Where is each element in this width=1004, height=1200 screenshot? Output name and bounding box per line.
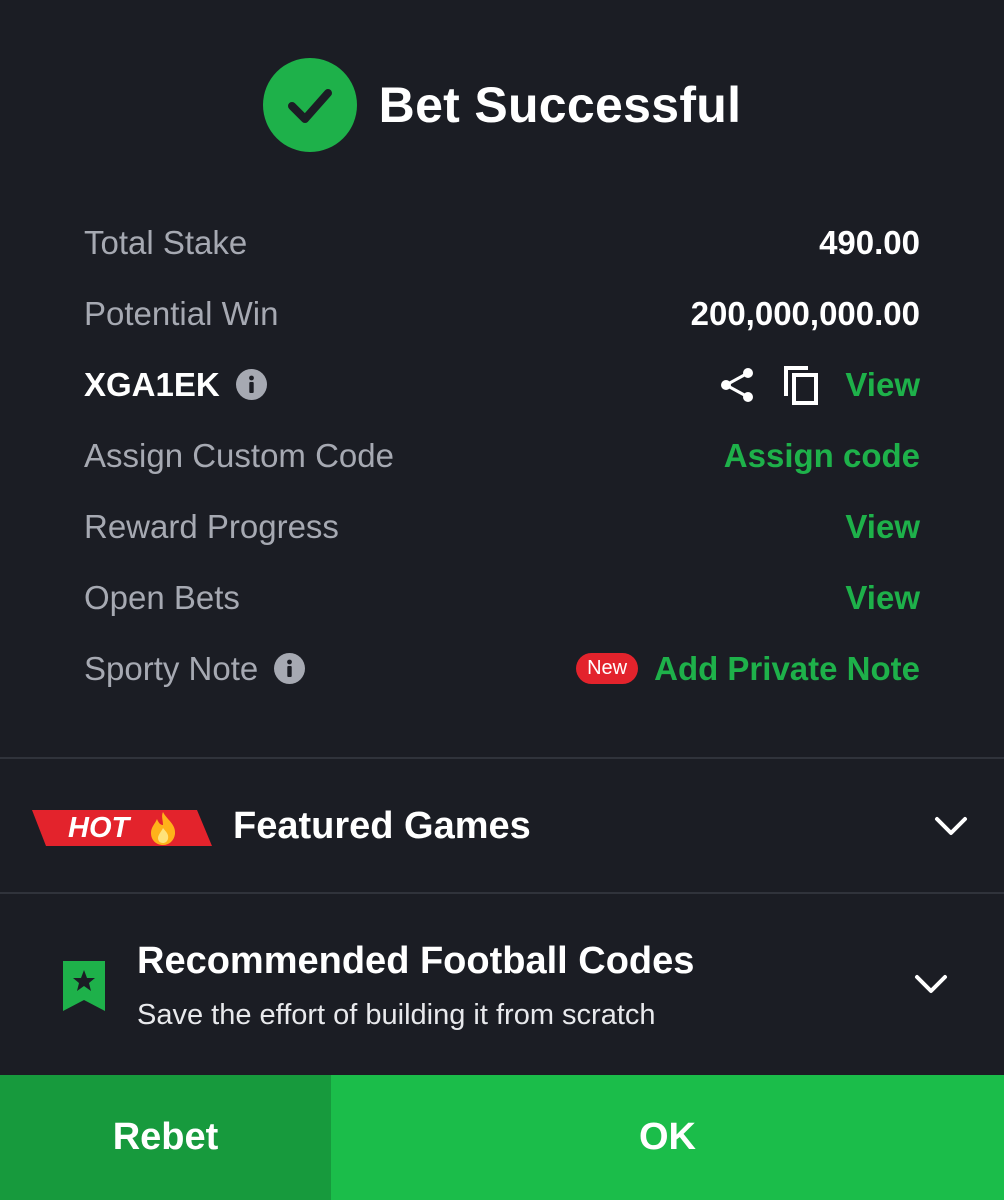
share-icon[interactable] (717, 365, 757, 405)
sporty-note-row: Sporty Note New Add Private Note (84, 633, 920, 704)
sporty-note-group: Sporty Note (84, 649, 306, 688)
note-actions: New Add Private Note (576, 650, 920, 688)
bet-success-page: Bet Successful Total Stake 490.00 Potent… (0, 0, 1004, 1200)
hot-badge: HOT (32, 808, 212, 848)
fire-icon (146, 810, 180, 851)
booking-code-actions: View (717, 363, 920, 407)
view-open-bets-link[interactable]: View (845, 579, 920, 617)
bottom-actions: Rebet OK (0, 1075, 1004, 1200)
potential-win-row: Potential Win 200,000,000.00 (84, 278, 920, 349)
new-badge: New (576, 653, 639, 684)
info-icon[interactable] (235, 369, 267, 400)
assign-code-link[interactable]: Assign code (724, 437, 920, 475)
check-icon (262, 58, 357, 152)
featured-games-section[interactable]: HOT Featured Games (0, 760, 1004, 892)
featured-games-title: Featured Games (233, 804, 531, 847)
booking-code: XGA1EK (84, 365, 220, 403)
rebet-button[interactable]: Rebet (0, 1075, 331, 1200)
reward-progress-row: Reward Progress View (84, 491, 920, 562)
booking-code-group: XGA1EK (84, 366, 267, 404)
bet-details: Total Stake 490.00 Potential Win 200,000… (84, 207, 920, 704)
reward-progress-label: Reward Progress (84, 507, 339, 545)
success-header: Bet Successful (0, 58, 1004, 152)
divider (0, 757, 1004, 759)
open-bets-row: Open Bets View (84, 562, 920, 633)
custom-code-row: Assign Custom Code Assign code (84, 420, 920, 491)
page-title: Bet Successful (378, 77, 742, 133)
recommended-subtitle: Save the effort of building it from scra… (137, 999, 656, 1031)
view-reward-link[interactable]: View (845, 508, 920, 546)
open-bets-label: Open Bets (84, 578, 240, 616)
total-stake-value: 490.00 (819, 223, 920, 261)
info-icon[interactable] (274, 653, 306, 684)
chevron-down-icon[interactable] (912, 966, 950, 1002)
total-stake-row: Total Stake 490.00 (84, 207, 920, 278)
chevron-down-icon[interactable] (932, 808, 970, 844)
booking-code-row: XGA1EK View (84, 349, 920, 420)
custom-code-label: Assign Custom Code (84, 436, 394, 474)
sporty-note-label: Sporty Note (84, 649, 259, 687)
recommended-title: Recommended Football Codes (137, 940, 695, 982)
add-private-note-link[interactable]: Add Private Note (654, 650, 920, 688)
total-stake-label: Total Stake (84, 223, 248, 261)
hot-badge-label: HOT (68, 812, 130, 844)
copy-icon[interactable] (781, 363, 821, 407)
view-booking-link[interactable]: View (845, 366, 920, 404)
recommended-codes-section[interactable]: Recommended Football Codes Save the effo… (0, 894, 1004, 1074)
potential-win-value: 200,000,000.00 (690, 294, 920, 332)
potential-win-label: Potential Win (84, 294, 279, 332)
bookmark-star-icon (62, 960, 106, 1017)
ok-button[interactable]: OK (331, 1075, 1004, 1200)
